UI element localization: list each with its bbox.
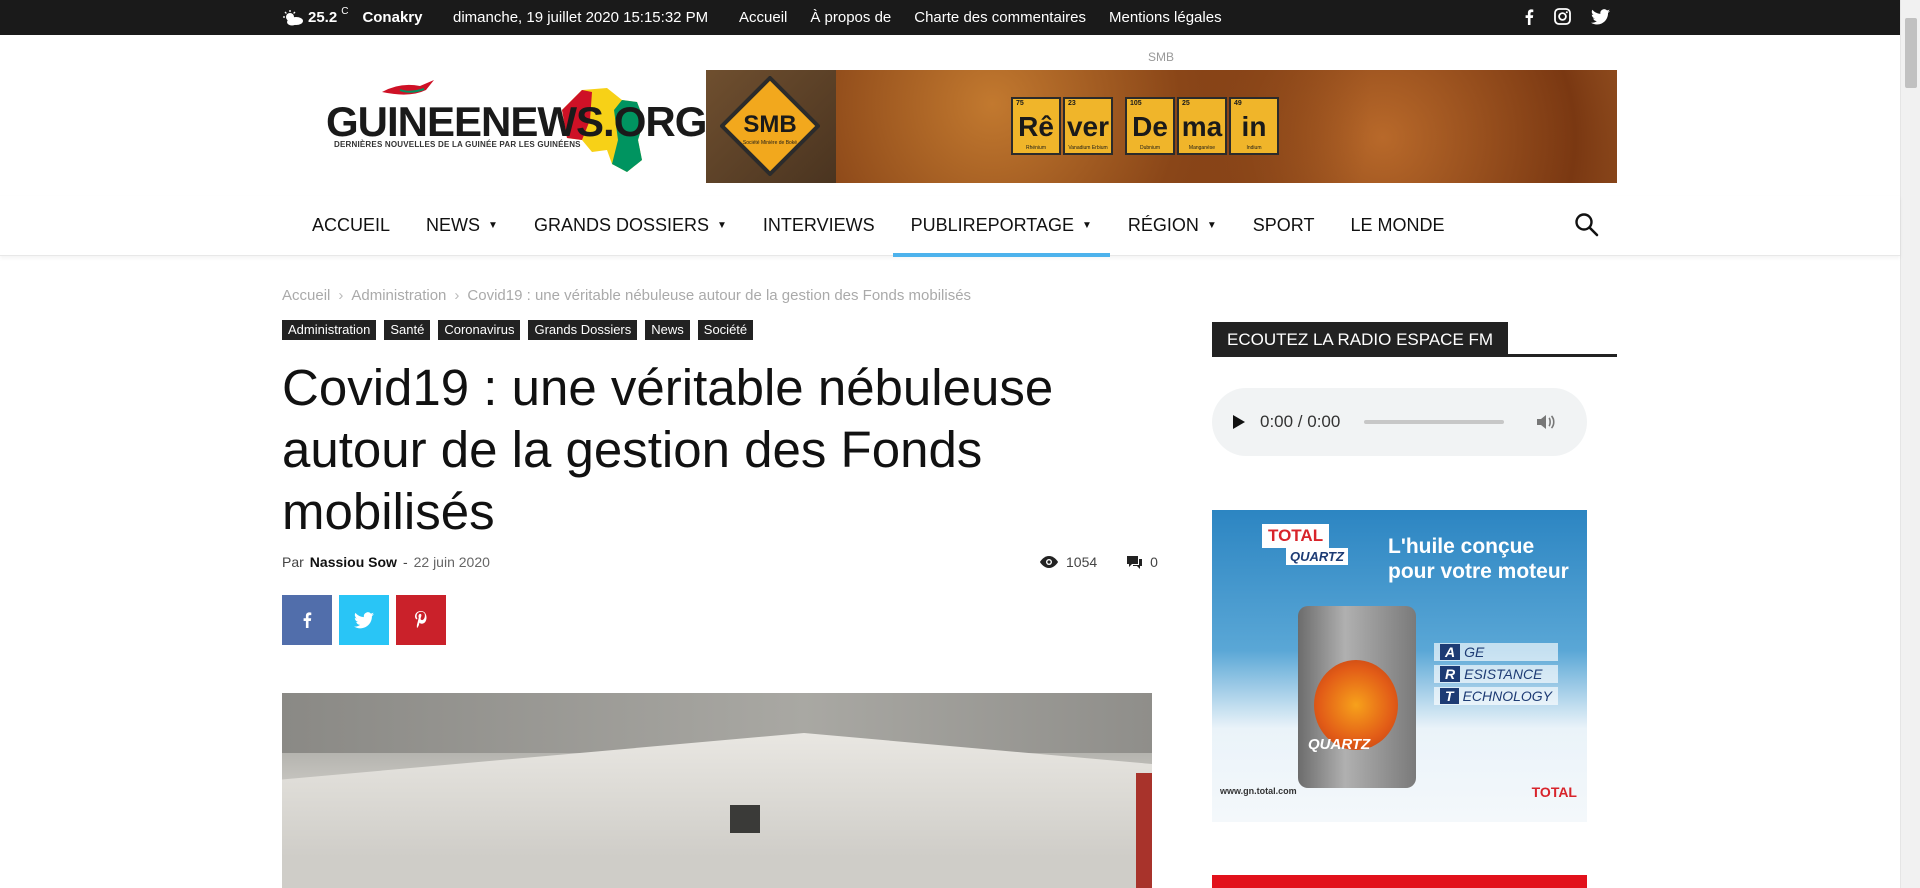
chevron-down-icon: ▼	[1081, 219, 1092, 231]
page-scrollbar[interactable]	[1900, 0, 1920, 888]
element-tile: 75 Rê Rhénium	[1011, 97, 1061, 155]
category-tag[interactable]: News	[645, 320, 690, 340]
breadcrumb: Accueil › Administration › Covid19 : une…	[282, 287, 971, 304]
twitter-icon	[354, 611, 374, 628]
top-link-a-propos[interactable]: À propos de	[810, 9, 891, 26]
facebook-icon[interactable]	[1524, 8, 1534, 25]
share-twitter-button[interactable]	[339, 595, 389, 645]
article-title: Covid19 : une véritable nébuleuse autour…	[282, 359, 1054, 540]
main-nav: ACCUEIL NEWS ▼ GRANDS DOSSIERS ▼ INTERVIEW…	[0, 196, 1900, 257]
total-logo: TOTAL	[1262, 524, 1330, 548]
player-time: 0:00 / 0:00	[1260, 412, 1341, 431]
category-tags: Administration Santé Coronavirus Grands …	[282, 320, 754, 340]
temperature-unit[interactable]: C	[341, 6, 348, 17]
nav-item-news[interactable]: NEWS ▼	[408, 196, 516, 254]
article-stats: 1054 0	[1040, 554, 1158, 570]
total-footer-logo: TOTAL	[1531, 784, 1577, 800]
article-featured-image	[282, 693, 1152, 888]
chevron-down-icon: ▼	[1206, 219, 1217, 231]
header-ad-banner[interactable]: SMB Société Minière de Boké 75 Rê Rhéniu…	[706, 70, 1617, 183]
art-acronym: A GE R ESISTANCE T ECHNOLOGY	[1434, 643, 1559, 705]
meta-separator: -	[402, 554, 408, 570]
chevron-down-icon: ▼	[716, 219, 727, 231]
ad-url: www.gn.total.com	[1220, 786, 1297, 796]
top-link-charte[interactable]: Charte des commentaires	[914, 9, 1086, 26]
category-tag[interactable]: Santé	[384, 320, 431, 340]
breadcrumb-current: Covid19 : une véritable nébuleuse autour…	[467, 287, 972, 304]
top-bar: 25.2 C Conakry dimanche, 19 juillet 2020…	[0, 0, 1900, 35]
pinterest-icon	[415, 611, 427, 629]
search-icon[interactable]	[1574, 212, 1600, 238]
svg-text:Société Minière de Boké: Société Minière de Boké	[743, 140, 797, 146]
chevron-down-icon: ▼	[488, 219, 498, 231]
element-tile: 105 De Dubnium	[1125, 97, 1175, 155]
partly-cloudy-icon	[282, 9, 303, 26]
category-tag[interactable]: Coronavirus	[438, 320, 521, 340]
nav-item-le-monde[interactable]: LE MONDE	[1332, 196, 1462, 254]
share-facebook-button[interactable]	[282, 595, 332, 645]
ad-label: SMB	[1148, 50, 1175, 64]
view-count: 1054	[1066, 554, 1098, 570]
quartz-logo: QUARTZ	[1286, 548, 1348, 565]
top-link-accueil[interactable]: Accueil	[739, 9, 787, 26]
sidebar-red-block	[1212, 875, 1587, 888]
breadcrumb-separator: ›	[338, 287, 344, 304]
oil-can-image: QUARTZ	[1298, 606, 1416, 788]
breadcrumb-home[interactable]: Accueil	[282, 287, 330, 304]
sidebar-ad-total-quartz[interactable]: TOTAL QUARTZ L'huile conçue pour votre m…	[1212, 510, 1587, 822]
ad-headline: L'huile conçue pour votre moteur	[1388, 535, 1569, 583]
share-buttons	[282, 595, 446, 645]
nav-item-publireportage[interactable]: PUBLIREPORTAGE ▼	[892, 196, 1111, 257]
element-tile: 49 in Indium	[1229, 97, 1279, 155]
weather-widget: 25.2 C Conakry	[282, 6, 423, 26]
category-tag[interactable]: Administration	[282, 320, 377, 340]
nav-item-region[interactable]: RÉGION ▼	[1110, 196, 1235, 254]
weather-city: Conakry	[362, 9, 423, 26]
scrollbar-thumb[interactable]	[1905, 18, 1917, 88]
smb-logo: SMB Société Minière de Boké	[720, 76, 820, 176]
comment-count[interactable]: 0	[1150, 554, 1158, 570]
bird-icon	[382, 80, 434, 95]
byline-prefix: Par	[282, 554, 304, 570]
logo-tagline: DERNIÈRES NOUVELLES DE LA GUINÉE PAR LES…	[334, 140, 581, 149]
radio-widget-title: ECOUTEZ LA RADIO ESPACE FM	[1212, 322, 1617, 357]
site-logo[interactable]: GUINEENEWS.ORG DERNIÈRES NOUVELLES DE LA…	[320, 76, 707, 176]
breadcrumb-category[interactable]: Administration	[351, 287, 446, 304]
element-tile: 25 ma Manganèse	[1177, 97, 1227, 155]
breadcrumb-separator: ›	[454, 287, 460, 304]
comment-icon[interactable]	[1127, 555, 1143, 569]
nav-item-grands-dossiers[interactable]: GRANDS DOSSIERS ▼	[516, 196, 745, 254]
eye-icon	[1040, 556, 1058, 568]
author-link[interactable]: Nassiou Sow	[310, 554, 397, 570]
share-pinterest-button[interactable]	[396, 595, 446, 645]
element-tile: 23 ver Vanadium Erbium	[1063, 97, 1113, 155]
social-links	[1524, 8, 1610, 25]
category-tag[interactable]: Société	[697, 320, 754, 340]
logo-wordmark: GUINEENEWS.ORG	[326, 98, 707, 145]
play-icon[interactable]	[1232, 414, 1246, 430]
volume-icon[interactable]	[1536, 413, 1556, 431]
category-tag[interactable]: Grands Dossiers	[528, 320, 638, 340]
top-link-mentions[interactable]: Mentions légales	[1109, 9, 1222, 26]
article-meta: Par Nassiou Sow - 22 juin 2020	[282, 554, 490, 570]
periodic-elements: 75 Rê Rhénium 23 ver Vanadium Erbium 105…	[1011, 97, 1279, 155]
facebook-icon	[303, 612, 312, 628]
twitter-icon[interactable]	[1591, 8, 1610, 25]
svg-text:SMB: SMB	[743, 111, 796, 138]
current-datetime: dimanche, 19 juillet 2020 15:15:32 PM	[453, 9, 709, 26]
player-progress-bar[interactable]	[1364, 420, 1505, 424]
nav-item-accueil[interactable]: ACCUEIL	[294, 196, 408, 254]
instagram-icon[interactable]	[1554, 8, 1571, 25]
nav-item-sport[interactable]: SPORT	[1235, 196, 1333, 254]
nav-item-interviews[interactable]: INTERVIEWS	[745, 196, 893, 254]
top-menu: Accueil À propos de Charte des commentai…	[739, 9, 1222, 26]
audio-player: 0:00 / 0:00	[1212, 388, 1587, 456]
publish-date: 22 juin 2020	[413, 554, 490, 570]
temperature: 25.2	[308, 9, 338, 26]
